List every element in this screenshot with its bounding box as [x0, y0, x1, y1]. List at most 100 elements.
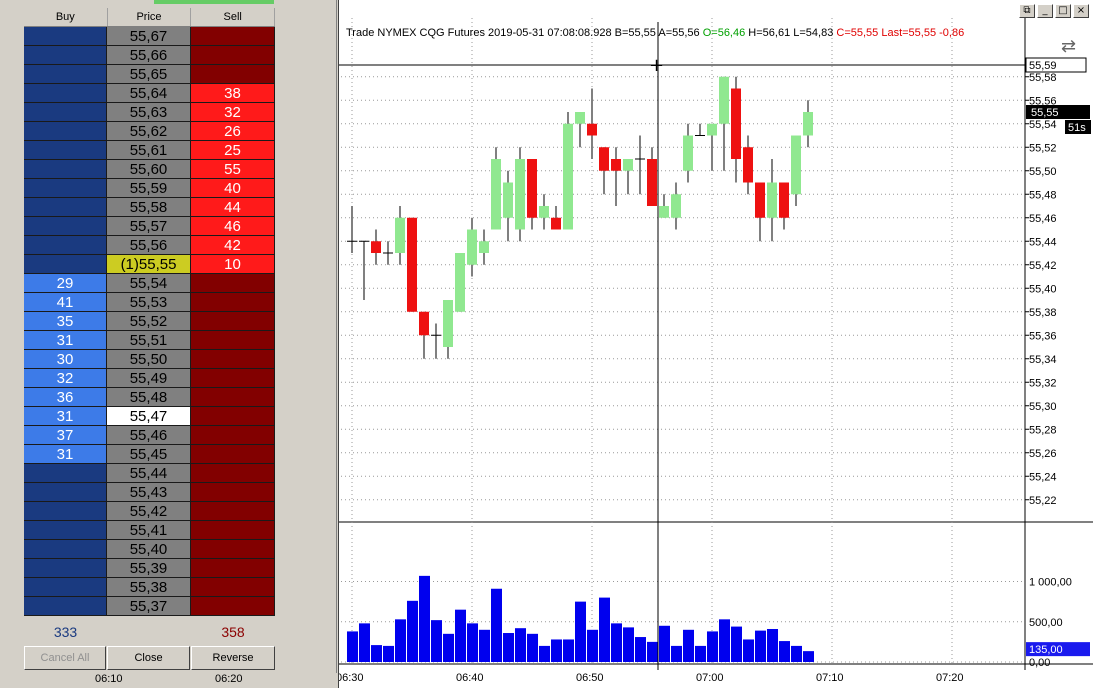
sell-cell[interactable]	[191, 407, 275, 426]
buy-cell[interactable]	[24, 65, 107, 84]
sell-cell[interactable]: 40	[191, 179, 275, 198]
buy-cell[interactable]	[24, 46, 107, 65]
buy-cell[interactable]: 32	[24, 369, 107, 388]
sell-cell[interactable]: 25	[191, 141, 275, 160]
volume-bar	[695, 645, 706, 662]
sell-cell[interactable]	[191, 388, 275, 407]
buy-cell[interactable]	[24, 179, 107, 198]
price-cell: 55,38	[107, 578, 191, 597]
buy-cell[interactable]	[24, 540, 107, 559]
sell-cell[interactable]: 46	[191, 217, 275, 236]
sell-cell[interactable]	[191, 540, 275, 559]
ladder-row: 37 55,46	[24, 426, 275, 445]
candle-body	[779, 182, 789, 218]
buy-cell[interactable]	[24, 559, 107, 578]
buy-cell[interactable]	[24, 521, 107, 540]
sell-cell[interactable]	[191, 502, 275, 521]
candle-body	[743, 147, 753, 183]
buy-cell[interactable]: 41	[24, 293, 107, 312]
reverse-position-button[interactable]: Reverse	[191, 646, 275, 670]
ladder-row: (1)55,55 10	[24, 255, 275, 274]
buy-cell[interactable]	[24, 464, 107, 483]
buy-cell[interactable]	[24, 483, 107, 502]
buy-cell[interactable]	[24, 103, 107, 122]
sell-cell[interactable]: 42	[191, 236, 275, 255]
sell-cell[interactable]	[191, 426, 275, 445]
dom-header: Buy Price Sell	[24, 8, 276, 27]
volume-bar	[527, 633, 538, 662]
candle-body	[371, 241, 381, 253]
sell-cell[interactable]	[191, 274, 275, 293]
buy-cell[interactable]: 29	[24, 274, 107, 293]
sell-cell[interactable]: 32	[191, 103, 275, 122]
volume-bar	[443, 633, 454, 662]
sell-cell[interactable]	[191, 597, 275, 616]
buy-cell[interactable]	[24, 27, 107, 46]
sell-cell[interactable]: 44	[191, 198, 275, 217]
sell-cell[interactable]	[191, 46, 275, 65]
buy-cell[interactable]	[24, 255, 107, 274]
buy-cell[interactable]	[24, 141, 107, 160]
volume-bar	[551, 639, 562, 662]
close-position-button[interactable]: Close	[107, 646, 190, 670]
sell-cell[interactable]: 26	[191, 122, 275, 141]
buy-cell[interactable]	[24, 578, 107, 597]
buy-cell[interactable]	[24, 236, 107, 255]
restore-icon[interactable]: ⧉	[1019, 4, 1035, 18]
price-tick-label: 55,38	[1029, 307, 1057, 319]
buy-cell[interactable]	[24, 597, 107, 616]
sell-cell[interactable]: 38	[191, 84, 275, 103]
buy-cell[interactable]	[24, 122, 107, 141]
sell-cell[interactable]: 55	[191, 160, 275, 179]
buy-cell[interactable]: 37	[24, 426, 107, 445]
sell-cell[interactable]	[191, 312, 275, 331]
sell-cell[interactable]	[191, 483, 275, 502]
dom-header-price[interactable]: Price	[108, 8, 192, 26]
buy-cell[interactable]	[24, 217, 107, 236]
buy-cell[interactable]	[24, 502, 107, 521]
volume-bar	[539, 645, 550, 662]
close-button[interactable]: ×	[1073, 4, 1089, 18]
buy-cell[interactable]: 35	[24, 312, 107, 331]
sell-cell[interactable]	[191, 331, 275, 350]
sell-cell[interactable]: 10	[191, 255, 275, 274]
dom-header-buy[interactable]: Buy	[24, 8, 108, 26]
candle-body	[563, 123, 573, 230]
buy-cell[interactable]: 31	[24, 407, 107, 426]
sell-cell[interactable]	[191, 464, 275, 483]
sell-cell[interactable]	[191, 369, 275, 388]
sell-cell[interactable]	[191, 559, 275, 578]
price-cell: 55,43	[107, 483, 191, 502]
sell-cell[interactable]	[191, 350, 275, 369]
buy-cell[interactable]: 36	[24, 388, 107, 407]
buy-cell[interactable]: 31	[24, 331, 107, 350]
sell-cell[interactable]	[191, 293, 275, 312]
sell-cell[interactable]	[191, 65, 275, 84]
cancel-all-button[interactable]: Cancel All	[24, 646, 106, 670]
minimize-button[interactable]: _	[1037, 4, 1053, 18]
price-chart-svg[interactable]: 55,5855,5655,5455,5255,5055,4855,4655,44…	[339, 0, 1093, 688]
sell-cell[interactable]	[191, 578, 275, 597]
sell-cell[interactable]	[191, 521, 275, 540]
dom-header-sell[interactable]: Sell	[191, 8, 276, 26]
volume-bar	[755, 630, 766, 662]
sell-cell[interactable]	[191, 27, 275, 46]
volume-bar	[731, 626, 742, 662]
price-cell: 55,54	[107, 274, 191, 293]
buy-cell[interactable]	[24, 198, 107, 217]
price-cell: 55,44	[107, 464, 191, 483]
volume-bar	[419, 575, 430, 662]
trend-arrows-icon[interactable]: ⇄	[1061, 36, 1076, 57]
volume-bar	[635, 637, 646, 662]
price-cell: 55,64	[107, 84, 191, 103]
sell-cell[interactable]	[191, 445, 275, 464]
ladder-row: 32 55,49	[24, 369, 275, 388]
maximize-button[interactable]: □	[1055, 4, 1071, 18]
candle-body	[671, 194, 681, 218]
buy-cell[interactable]: 30	[24, 350, 107, 369]
candle-body	[623, 159, 633, 171]
price-cell: 55,41	[107, 521, 191, 540]
buy-cell[interactable]	[24, 160, 107, 179]
buy-cell[interactable]: 31	[24, 445, 107, 464]
buy-cell[interactable]	[24, 84, 107, 103]
